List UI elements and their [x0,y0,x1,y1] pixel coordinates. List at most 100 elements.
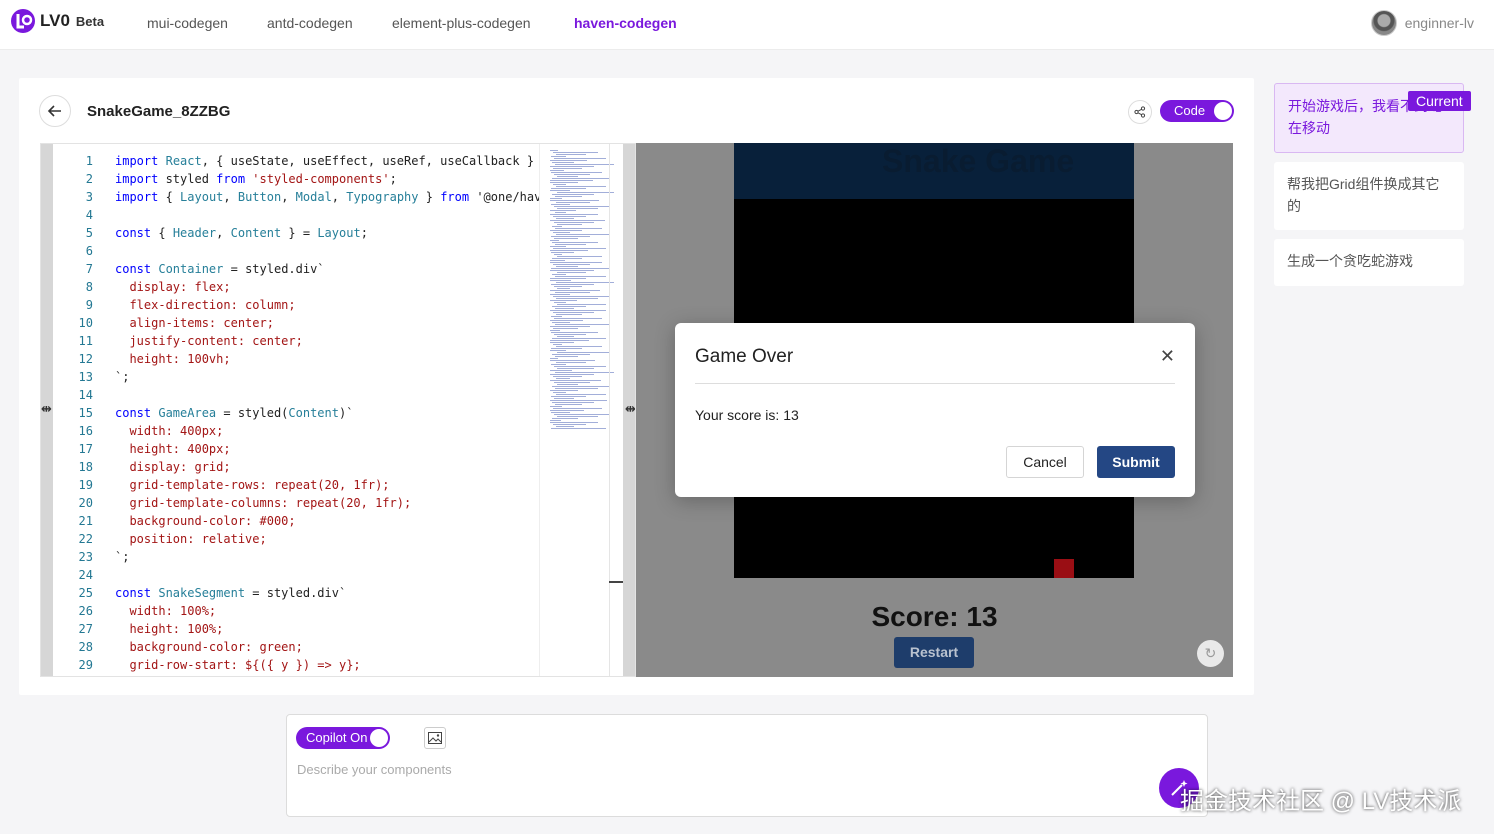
minimap-line [550,410,584,411]
minimap-line [555,164,614,165]
prompt-input[interactable] [297,762,1157,777]
minimap-line [557,416,598,417]
minimap-line [554,174,590,175]
minimap-line [554,414,610,415]
minimap-line [553,264,590,265]
nav-link-haven-codegen[interactable]: haven-codegen [574,15,677,31]
code-line[interactable]: position: relative; [115,530,540,548]
back-button[interactable] [39,95,71,127]
code-line[interactable]: height: 100vh; [115,350,540,368]
minimap-line [556,378,570,379]
game-title: Snake Game [882,143,1075,179]
share-button[interactable] [1128,100,1152,124]
code-editor[interactable]: ⇹ 1 2 3 4 5 6 7 8 9 10 11 12 13 14 15 16 17 18 19 20 21 22 23 2… [40,143,636,677]
minimap-line [550,358,558,359]
code-line[interactable]: const SnakeSegment = styled.div` [115,584,540,602]
avatar[interactable] [1370,10,1397,36]
minimap-line [555,388,598,389]
resize-handle-right-icon[interactable]: ⇹ [625,401,635,417]
minimap-line [550,390,578,391]
restart-button[interactable]: Restart [894,637,974,668]
line-number: 1 [85,154,93,168]
minimap-line [554,302,566,303]
code-line[interactable]: height: 400px; [115,440,540,458]
minimap-line [557,176,578,177]
refresh-icon[interactable]: ↻ [1197,640,1224,667]
minimap-line [555,324,610,325]
minimap-line [552,226,562,227]
minimap-line [555,356,578,357]
minimap-line [554,238,578,239]
code-line[interactable]: const { Header, Content } = Layout; [115,224,540,242]
close-icon[interactable]: ✕ [1160,346,1175,367]
cancel-button[interactable]: Cancel [1006,446,1084,478]
code-line[interactable] [115,566,540,584]
minimap-line [550,330,560,331]
minimap-line [553,248,606,249]
code-line[interactable] [115,386,540,404]
minimap[interactable] [539,144,614,676]
scrollbar-thumb[interactable] [609,581,623,583]
image-upload-button[interactable] [424,727,446,749]
minimap-line [553,344,562,345]
code-line[interactable]: display: grid; [115,458,540,476]
copilot-toggle[interactable]: Copilot On [296,727,390,749]
editor-scrollbar[interactable] [609,144,623,676]
code-line[interactable]: `; [115,548,540,566]
nav-link-mui-codegen[interactable]: mui-codegen [147,15,228,31]
minimap-line [556,186,606,187]
minimap-line [553,152,598,153]
share-icon [1134,106,1146,118]
code-line[interactable]: const GameArea = styled(Content)` [115,404,540,422]
minimap-line [557,352,610,353]
user-menu[interactable]: enginner-lv [1370,10,1474,36]
minimap-line [557,368,594,369]
minimap-line [551,252,574,253]
code-line[interactable]: justify-content: center; [115,332,540,350]
minimap-line [550,166,594,167]
code-line[interactable]: `; [115,368,540,386]
minimap-line [550,200,599,201]
minimap-line [555,244,586,245]
minimap-line [552,258,582,259]
code-line[interactable]: grid-template-rows: repeat(20, 1fr); [115,476,540,494]
history-item-label: 帮我把Grid组件换成其它的 [1287,176,1440,214]
code-line[interactable]: display: flex; [115,278,540,296]
line-number: 7 [85,262,93,276]
logo[interactable]: LV0 Beta [10,8,104,34]
submit-button[interactable]: Submit [1097,446,1175,478]
code-line[interactable]: flex-direction: column; [115,296,540,314]
code-line[interactable]: align-items: center; [115,314,540,332]
code-line[interactable]: grid-template-columns: repeat(20, 1fr); [115,494,540,512]
history-item[interactable]: 生成一个贪吃蛇游戏 [1274,239,1464,286]
resize-handle-left-icon[interactable]: ⇹ [41,401,52,417]
minimap-line [554,382,590,383]
minimap-line [550,260,565,261]
code-line[interactable] [115,206,540,224]
history-item[interactable]: 帮我把Grid组件换成其它的 [1274,162,1464,230]
code-line[interactable]: width: 100%; [115,602,540,620]
minimap-line [550,342,574,343]
line-number: 6 [85,244,93,258]
nav-link-antd-codegen[interactable]: antd-codegen [267,15,353,31]
code-lines[interactable]: import React, { useState, useEffect, use… [115,152,540,674]
code-line[interactable]: grid-row-start: ${({ y }) => y}; [115,656,540,674]
code-line[interactable]: const Container = styled.div` [115,260,540,278]
code-line[interactable]: width: 400px; [115,422,540,440]
code-toggle[interactable]: Code [1160,100,1234,122]
minimap-line [551,188,586,189]
nav-link-element-plus-codegen[interactable]: element-plus-codegen [392,15,531,31]
minimap-line [555,196,582,197]
code-line[interactable]: import styled from 'styled-components'; [115,170,540,188]
code-line[interactable]: import React, { useState, useEffect, use… [115,152,540,170]
code-line[interactable]: background-color: #000; [115,512,540,530]
code-line[interactable]: import { Layout, Button, Modal, Typograp… [115,188,540,206]
minimap-line [557,224,582,225]
minimap-line [550,310,606,311]
code-line[interactable]: background-color: green; [115,638,540,656]
line-number: 2 [85,172,93,186]
minimap-line [551,172,602,173]
code-line[interactable] [115,242,540,260]
code-line[interactable]: height: 100%; [115,620,540,638]
line-number: 10 [78,316,93,330]
